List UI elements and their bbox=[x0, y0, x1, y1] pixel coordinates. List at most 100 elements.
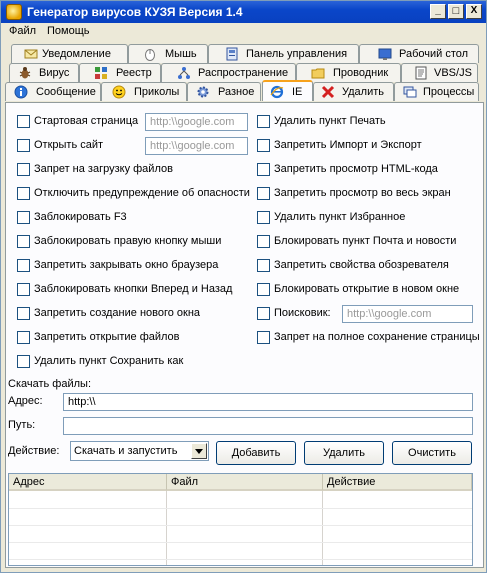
info-icon bbox=[14, 85, 28, 99]
path-label: Путь: bbox=[8, 419, 36, 431]
processes-icon bbox=[403, 86, 417, 98]
search-engine-input[interactable]: http:\\google.com bbox=[342, 305, 473, 323]
tab-notification[interactable]: Уведомление bbox=[11, 44, 128, 63]
smiley-icon bbox=[112, 85, 126, 99]
label-block-mail-news: Блокировать пункт Почта и новости bbox=[274, 235, 457, 247]
checkbox-block-right-click[interactable] bbox=[17, 235, 30, 248]
checkbox-open-site[interactable] bbox=[17, 139, 30, 152]
label-block-f3: Заблокировать F3 bbox=[34, 211, 127, 223]
label-block-internet-options: Запретить свойства обозревателя bbox=[274, 259, 449, 271]
close-button[interactable]: X bbox=[466, 4, 482, 19]
folder-icon bbox=[311, 68, 325, 79]
maximize-button[interactable]: □ bbox=[448, 4, 464, 19]
checkbox-start-page[interactable] bbox=[17, 115, 30, 128]
checkbox-block-f3[interactable] bbox=[17, 211, 30, 224]
checkbox-block-mail-news[interactable] bbox=[257, 235, 270, 248]
column-header-file[interactable]: Файл bbox=[167, 474, 323, 491]
label-block-new-window: Запретить создание нового окна bbox=[34, 307, 201, 319]
checkbox-search-engine[interactable] bbox=[257, 307, 270, 320]
label-block-open-new-window: Блокировать открытие в новом окне bbox=[274, 283, 460, 295]
tab-mouse[interactable]: Мышь bbox=[128, 44, 208, 63]
delete-icon bbox=[321, 85, 335, 99]
action-label: Действие: bbox=[8, 445, 60, 457]
action-select-value: Скачать и запустить bbox=[74, 445, 178, 457]
label-remove-favorites: Удалить пункт Избранное bbox=[274, 211, 406, 223]
network-icon bbox=[178, 67, 190, 79]
tab-registry[interactable]: Реестр bbox=[79, 63, 161, 82]
checkbox-remove-print[interactable] bbox=[257, 115, 270, 128]
checkbox-block-nav-buttons[interactable] bbox=[17, 283, 30, 296]
desktop-icon bbox=[378, 48, 392, 60]
add-button[interactable]: Добавить bbox=[216, 441, 296, 465]
chevron-down-icon[interactable] bbox=[191, 443, 207, 459]
row-divider bbox=[9, 542, 472, 543]
checkbox-disable-warning[interactable] bbox=[17, 187, 30, 200]
tab-message[interactable]: Сообщение bbox=[5, 82, 101, 101]
registry-icon bbox=[95, 67, 107, 79]
window-title: Генератор вирусов КУЗЯ Версия 1.4 bbox=[27, 5, 243, 19]
checkbox-block-import-export[interactable] bbox=[257, 139, 270, 152]
column-header-action[interactable]: Действие bbox=[323, 474, 472, 491]
clear-button[interactable]: Очистить bbox=[392, 441, 472, 465]
tab-vbs-js[interactable]: VBS/JS bbox=[401, 63, 478, 82]
checkbox-block-downloads[interactable] bbox=[17, 163, 30, 176]
tab-jokes[interactable]: Приколы bbox=[101, 82, 187, 101]
tab-explorer[interactable]: Проводник bbox=[296, 63, 401, 82]
label-open-site: Открыть сайт bbox=[34, 139, 104, 151]
checkbox-block-internet-options[interactable] bbox=[257, 259, 270, 272]
action-select[interactable]: Скачать и запустить bbox=[70, 441, 209, 461]
menu-file[interactable]: Файл bbox=[9, 25, 36, 37]
label-block-file-open: Запретить открытие файлов bbox=[34, 331, 180, 343]
label-block-right-click: Заблокировать правую кнопку мыши bbox=[34, 235, 222, 247]
tab-processes[interactable]: Процессы bbox=[394, 82, 479, 101]
label-start-page: Стартовая страница bbox=[34, 115, 139, 127]
control-panel-icon bbox=[226, 47, 238, 61]
ie-icon bbox=[270, 85, 284, 99]
menu-bar: Файл Помощь bbox=[1, 23, 486, 41]
checkbox-block-new-window[interactable] bbox=[17, 307, 30, 320]
mouse-icon bbox=[145, 49, 155, 61]
label-search-engine: Поисковик: bbox=[274, 307, 331, 319]
tab-desktop[interactable]: Рабочий стол bbox=[359, 44, 479, 63]
open-site-input[interactable]: http:\\google.com bbox=[145, 137, 248, 155]
envelope-icon bbox=[24, 49, 38, 59]
label-block-full-save: Запрет на полное сохранение страницы bbox=[274, 331, 480, 343]
checkbox-block-full-save[interactable] bbox=[257, 331, 270, 344]
label-block-fullscreen: Запретить просмотр во весь экран bbox=[274, 187, 451, 199]
checkbox-prevent-close[interactable] bbox=[17, 259, 30, 272]
checkbox-remove-save-as[interactable] bbox=[17, 355, 30, 368]
column-divider bbox=[167, 491, 323, 565]
label-remove-print: Удалить пункт Печать bbox=[274, 115, 386, 127]
label-block-view-source: Запретить просмотр HTML-кода bbox=[274, 163, 438, 175]
tab-misc[interactable]: Разное bbox=[187, 82, 261, 101]
label-prevent-close: Запретить закрывать окно браузера bbox=[34, 259, 219, 271]
bug-icon bbox=[19, 67, 31, 79]
script-icon bbox=[415, 66, 427, 80]
delete-button[interactable]: Удалить bbox=[304, 441, 384, 465]
label-disable-warning: Отключить предупреждение об опасности bbox=[34, 187, 250, 199]
path-input[interactable] bbox=[63, 417, 473, 435]
start-page-input[interactable]: http:\\google.com bbox=[145, 113, 248, 131]
tab-delete[interactable]: Удалить bbox=[313, 82, 394, 101]
tab-ie[interactable]: IE bbox=[262, 80, 313, 101]
download-section-label: Скачать файлы: bbox=[8, 378, 91, 390]
address-input[interactable]: http:\\ bbox=[63, 393, 473, 411]
row-divider bbox=[9, 525, 472, 526]
menu-help[interactable]: Помощь bbox=[47, 25, 90, 37]
checkbox-block-open-new-window[interactable] bbox=[257, 283, 270, 296]
checkbox-block-fullscreen[interactable] bbox=[257, 187, 270, 200]
checkbox-block-file-open[interactable] bbox=[17, 331, 30, 344]
title-bar[interactable]: Генератор вирусов КУЗЯ Версия 1.4 _ □ X bbox=[1, 1, 486, 23]
label-remove-save-as: Удалить пункт Сохранить как bbox=[34, 355, 184, 367]
column-header-address[interactable]: Адрес bbox=[9, 474, 167, 491]
tab-control-panel[interactable]: Панель управления bbox=[208, 44, 359, 63]
label-block-import-export: Запретить Импорт и Экспорт bbox=[274, 139, 422, 151]
row-divider bbox=[9, 508, 472, 509]
tab-virus[interactable]: Вирус bbox=[9, 63, 79, 82]
checkbox-block-view-source[interactable] bbox=[257, 163, 270, 176]
checkbox-remove-favorites[interactable] bbox=[257, 211, 270, 224]
minimize-button[interactable]: _ bbox=[430, 4, 446, 19]
column-divider bbox=[9, 491, 167, 565]
label-block-nav-buttons: Заблокировать кнопки Вперед и Назад bbox=[34, 283, 233, 295]
download-list[interactable]: Адрес Файл Действие bbox=[8, 473, 473, 566]
